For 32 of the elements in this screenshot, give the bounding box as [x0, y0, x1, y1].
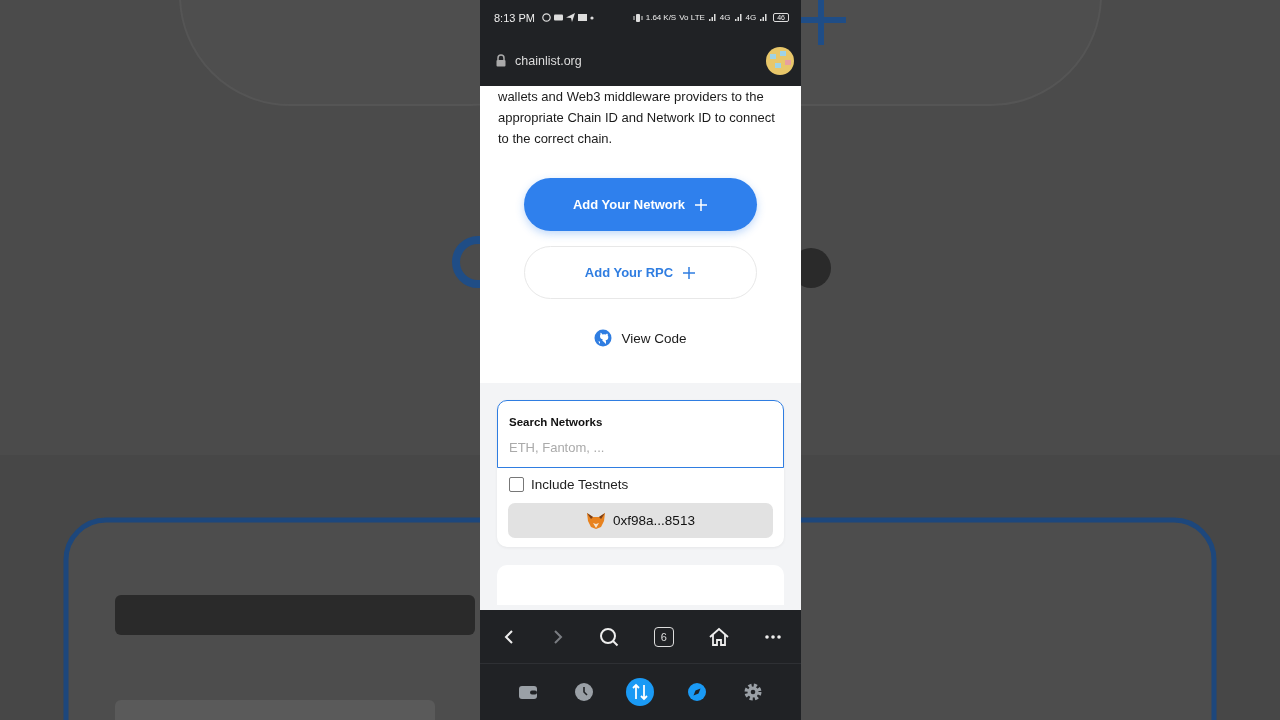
view-code-link[interactable]: View Code [594, 329, 687, 347]
swap-icon[interactable] [626, 678, 655, 706]
signal-icon [759, 13, 769, 22]
signal-icon [733, 13, 743, 22]
wallet-button[interactable]: 0xf98a...8513 [508, 503, 773, 538]
avatar[interactable] [765, 45, 795, 76]
search-field[interactable]: Search Networks ETH, Fantom, ... [497, 400, 784, 468]
checkbox-label: Include Testnets [531, 477, 629, 492]
home-icon[interactable] [708, 626, 731, 647]
intro-paragraph: wallets and Web3 middleware providers to the appropriate Chain ID and Network ID to connect to the correct chain. [498, 88, 776, 148]
plus-icon [682, 265, 697, 280]
add-button[interactable]: Add Your RPC [524, 246, 757, 299]
network-label: Vo LTE [679, 13, 705, 22]
lock-icon [495, 54, 507, 67]
signal-icon [707, 13, 717, 22]
fox-icon [586, 511, 607, 530]
network-label: 4G [719, 13, 731, 22]
url-text[interactable]: chainlist.org [515, 53, 582, 68]
send-icon [565, 13, 575, 22]
back-icon[interactable] [502, 628, 516, 645]
plus-icon [694, 197, 709, 212]
network-speed: 1.64 K/S [645, 13, 677, 22]
add-button[interactable]: Add Your Network [524, 178, 757, 231]
status-time: 8:13 PM [494, 11, 535, 24]
github-icon [594, 329, 613, 347]
dot-icon [589, 15, 594, 20]
checkbox[interactable] [509, 477, 524, 492]
tabs-button[interactable]: 6 [653, 626, 674, 647]
network-label: 4G [745, 13, 757, 22]
more-icon[interactable] [764, 634, 781, 639]
vibrate-icon [632, 12, 643, 23]
search-icon[interactable] [599, 626, 620, 647]
